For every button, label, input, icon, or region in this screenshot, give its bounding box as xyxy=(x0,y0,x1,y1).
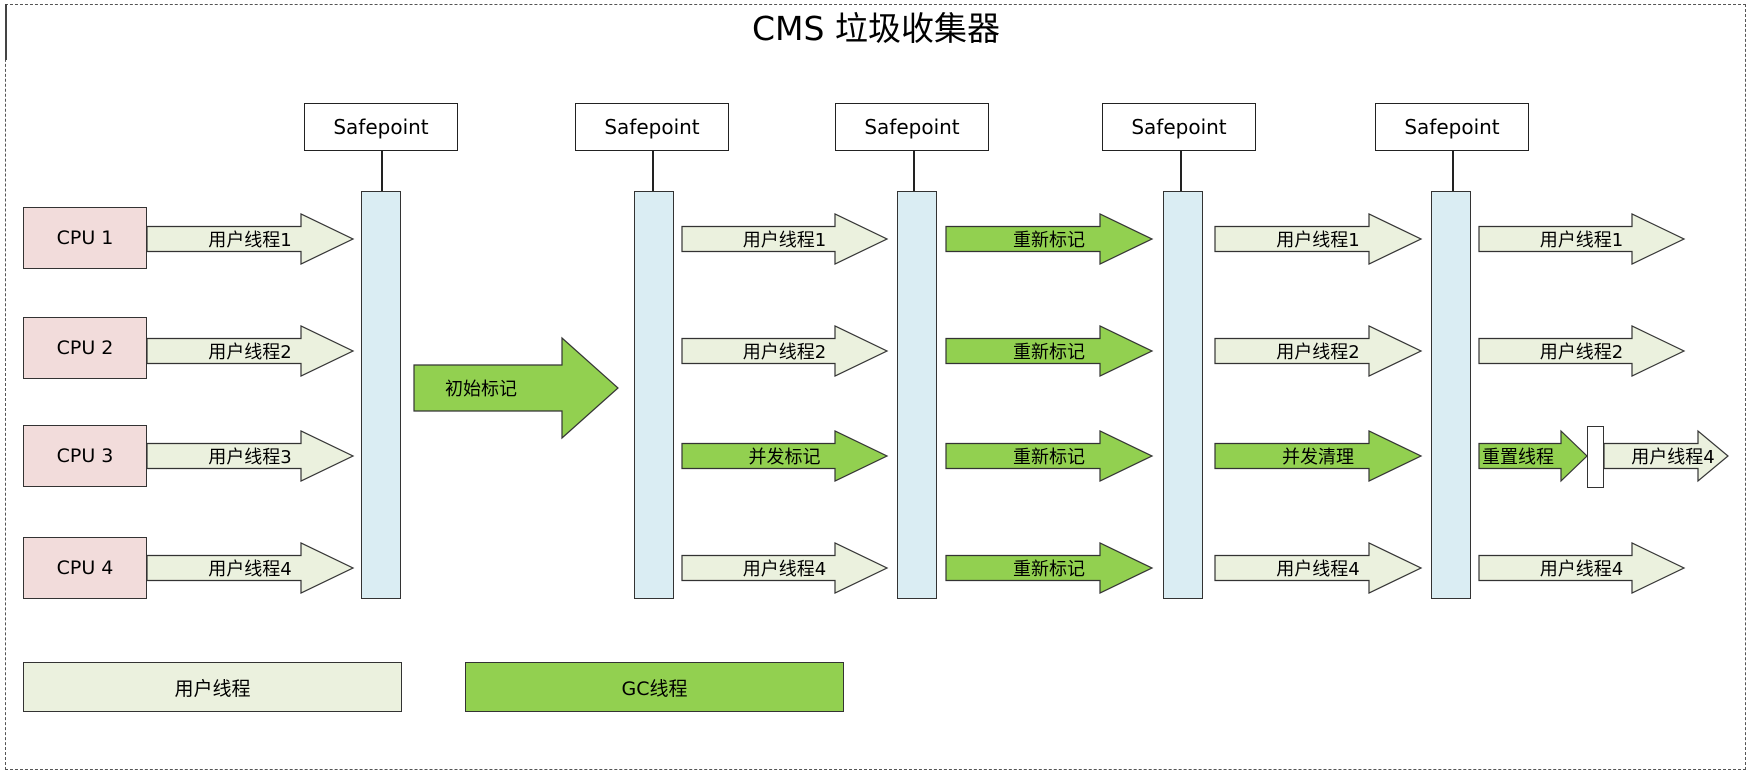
safepoint-bar-2 xyxy=(634,191,674,599)
arrow-label: 用户线程2 xyxy=(208,342,292,363)
arrow-label: 重置线程 xyxy=(1482,447,1554,468)
thread-arrow-phase0-row2: 用户线程2 xyxy=(146,325,355,377)
arrow-label: 重新标记 xyxy=(1013,342,1085,363)
arrow-label: 初始标记 xyxy=(445,379,517,400)
thread-arrow-phase2-row2: 用户线程2 xyxy=(681,325,889,377)
arrow-label: 重新标记 xyxy=(1013,559,1085,580)
safepoint-connector-4 xyxy=(1180,151,1182,191)
remark-arrow-row4: 重新标记 xyxy=(945,542,1154,594)
remark-arrow-row3: 重新标记 xyxy=(945,430,1154,482)
arrow-label: 用户线程4 xyxy=(742,559,827,580)
remark-arrow-row1: 重新标记 xyxy=(945,213,1154,265)
cms-diagram: CMS 垃圾收集器 Safepoint Safepoint Safepoint … xyxy=(0,0,1752,775)
safepoint-label-2: Safepoint xyxy=(575,103,729,151)
thread-arrow-phase4-row4: 用户线程4 xyxy=(1214,542,1423,594)
safepoint-connector-2 xyxy=(652,151,654,191)
arrow-label: 并发清理 xyxy=(1282,447,1354,468)
cpu-2-box: CPU 2 xyxy=(23,317,147,379)
thread-arrow-phase0-row4: 用户线程4 xyxy=(146,542,355,594)
thread-arrow-phase5-row2: 用户线程2 xyxy=(1478,325,1686,377)
thread-arrow-phase2-row1: 用户线程1 xyxy=(681,213,889,265)
arrow-label: 用户线程2 xyxy=(1539,342,1624,363)
arrow-label: 重新标记 xyxy=(1013,447,1085,468)
safepoint-bar-4 xyxy=(1163,191,1203,599)
thread-arrow-phase4-row1: 用户线程1 xyxy=(1214,213,1423,265)
safepoint-label-3: Safepoint xyxy=(835,103,989,151)
thread-arrow-phase0-row1: 用户线程1 xyxy=(146,213,355,265)
safepoint-bar-3 xyxy=(897,191,937,599)
arrow-label: 并发标记 xyxy=(748,447,821,468)
arrow-label: 用户线程4 xyxy=(1539,559,1624,580)
safepoint-label-1: Safepoint xyxy=(304,103,458,151)
arrow-label: 用户线程4 xyxy=(208,559,292,580)
safepoint-label-5: Safepoint xyxy=(1375,103,1529,151)
safepoint-connector-5 xyxy=(1452,151,1454,191)
safepoint-label-4: Safepoint xyxy=(1102,103,1256,151)
arrow-label: 用户线程4 xyxy=(1631,447,1715,468)
diagram-title: CMS 垃圾收集器 xyxy=(752,9,1000,48)
arrow-label: 用户线程2 xyxy=(742,342,827,363)
remark-arrow-row2: 重新标记 xyxy=(945,325,1154,377)
legend-gc-thread: GC线程 xyxy=(465,662,844,712)
thread-arrow-phase4-row2: 用户线程2 xyxy=(1214,325,1423,377)
phase-separator-box xyxy=(1587,426,1604,488)
arrow-label: 用户线程2 xyxy=(1276,342,1360,363)
arrow-label: 重新标记 xyxy=(1013,230,1085,251)
safepoint-connector-1 xyxy=(381,151,383,191)
cpu-3-box: CPU 3 xyxy=(23,425,147,487)
thread-arrow-phase2-row4: 用户线程4 xyxy=(681,542,889,594)
reset-thread-arrow: 重置线程 xyxy=(1478,429,1588,483)
arrow-label: 用户线程3 xyxy=(208,447,292,468)
thread-arrow-phase5-row3-after-reset: 用户线程4 xyxy=(1603,429,1729,483)
concurrent-mark-arrow: 并发标记 xyxy=(681,430,889,482)
thread-arrow-phase0-row3: 用户线程3 xyxy=(146,430,355,482)
arrow-label: 用户线程1 xyxy=(1539,230,1624,251)
safepoint-bar-1 xyxy=(361,191,401,599)
arrow-label: 用户线程1 xyxy=(208,230,292,251)
cpu-1-box: CPU 1 xyxy=(23,207,147,269)
thread-arrow-phase5-row1: 用户线程1 xyxy=(1478,213,1686,265)
cpu-4-box: CPU 4 xyxy=(23,537,147,599)
concurrent-sweep-arrow: 并发清理 xyxy=(1214,430,1423,482)
arrow-label: 用户线程1 xyxy=(742,230,827,251)
initial-mark-arrow: 初始标记 xyxy=(413,336,619,440)
arrow-label: 用户线程1 xyxy=(1276,230,1360,251)
thread-arrow-phase5-row4: 用户线程4 xyxy=(1478,542,1686,594)
safepoint-bar-5 xyxy=(1431,191,1471,599)
safepoint-connector-3 xyxy=(913,151,915,191)
arrow-label: 用户线程4 xyxy=(1276,559,1360,580)
legend-user-thread: 用户线程 xyxy=(23,662,402,712)
